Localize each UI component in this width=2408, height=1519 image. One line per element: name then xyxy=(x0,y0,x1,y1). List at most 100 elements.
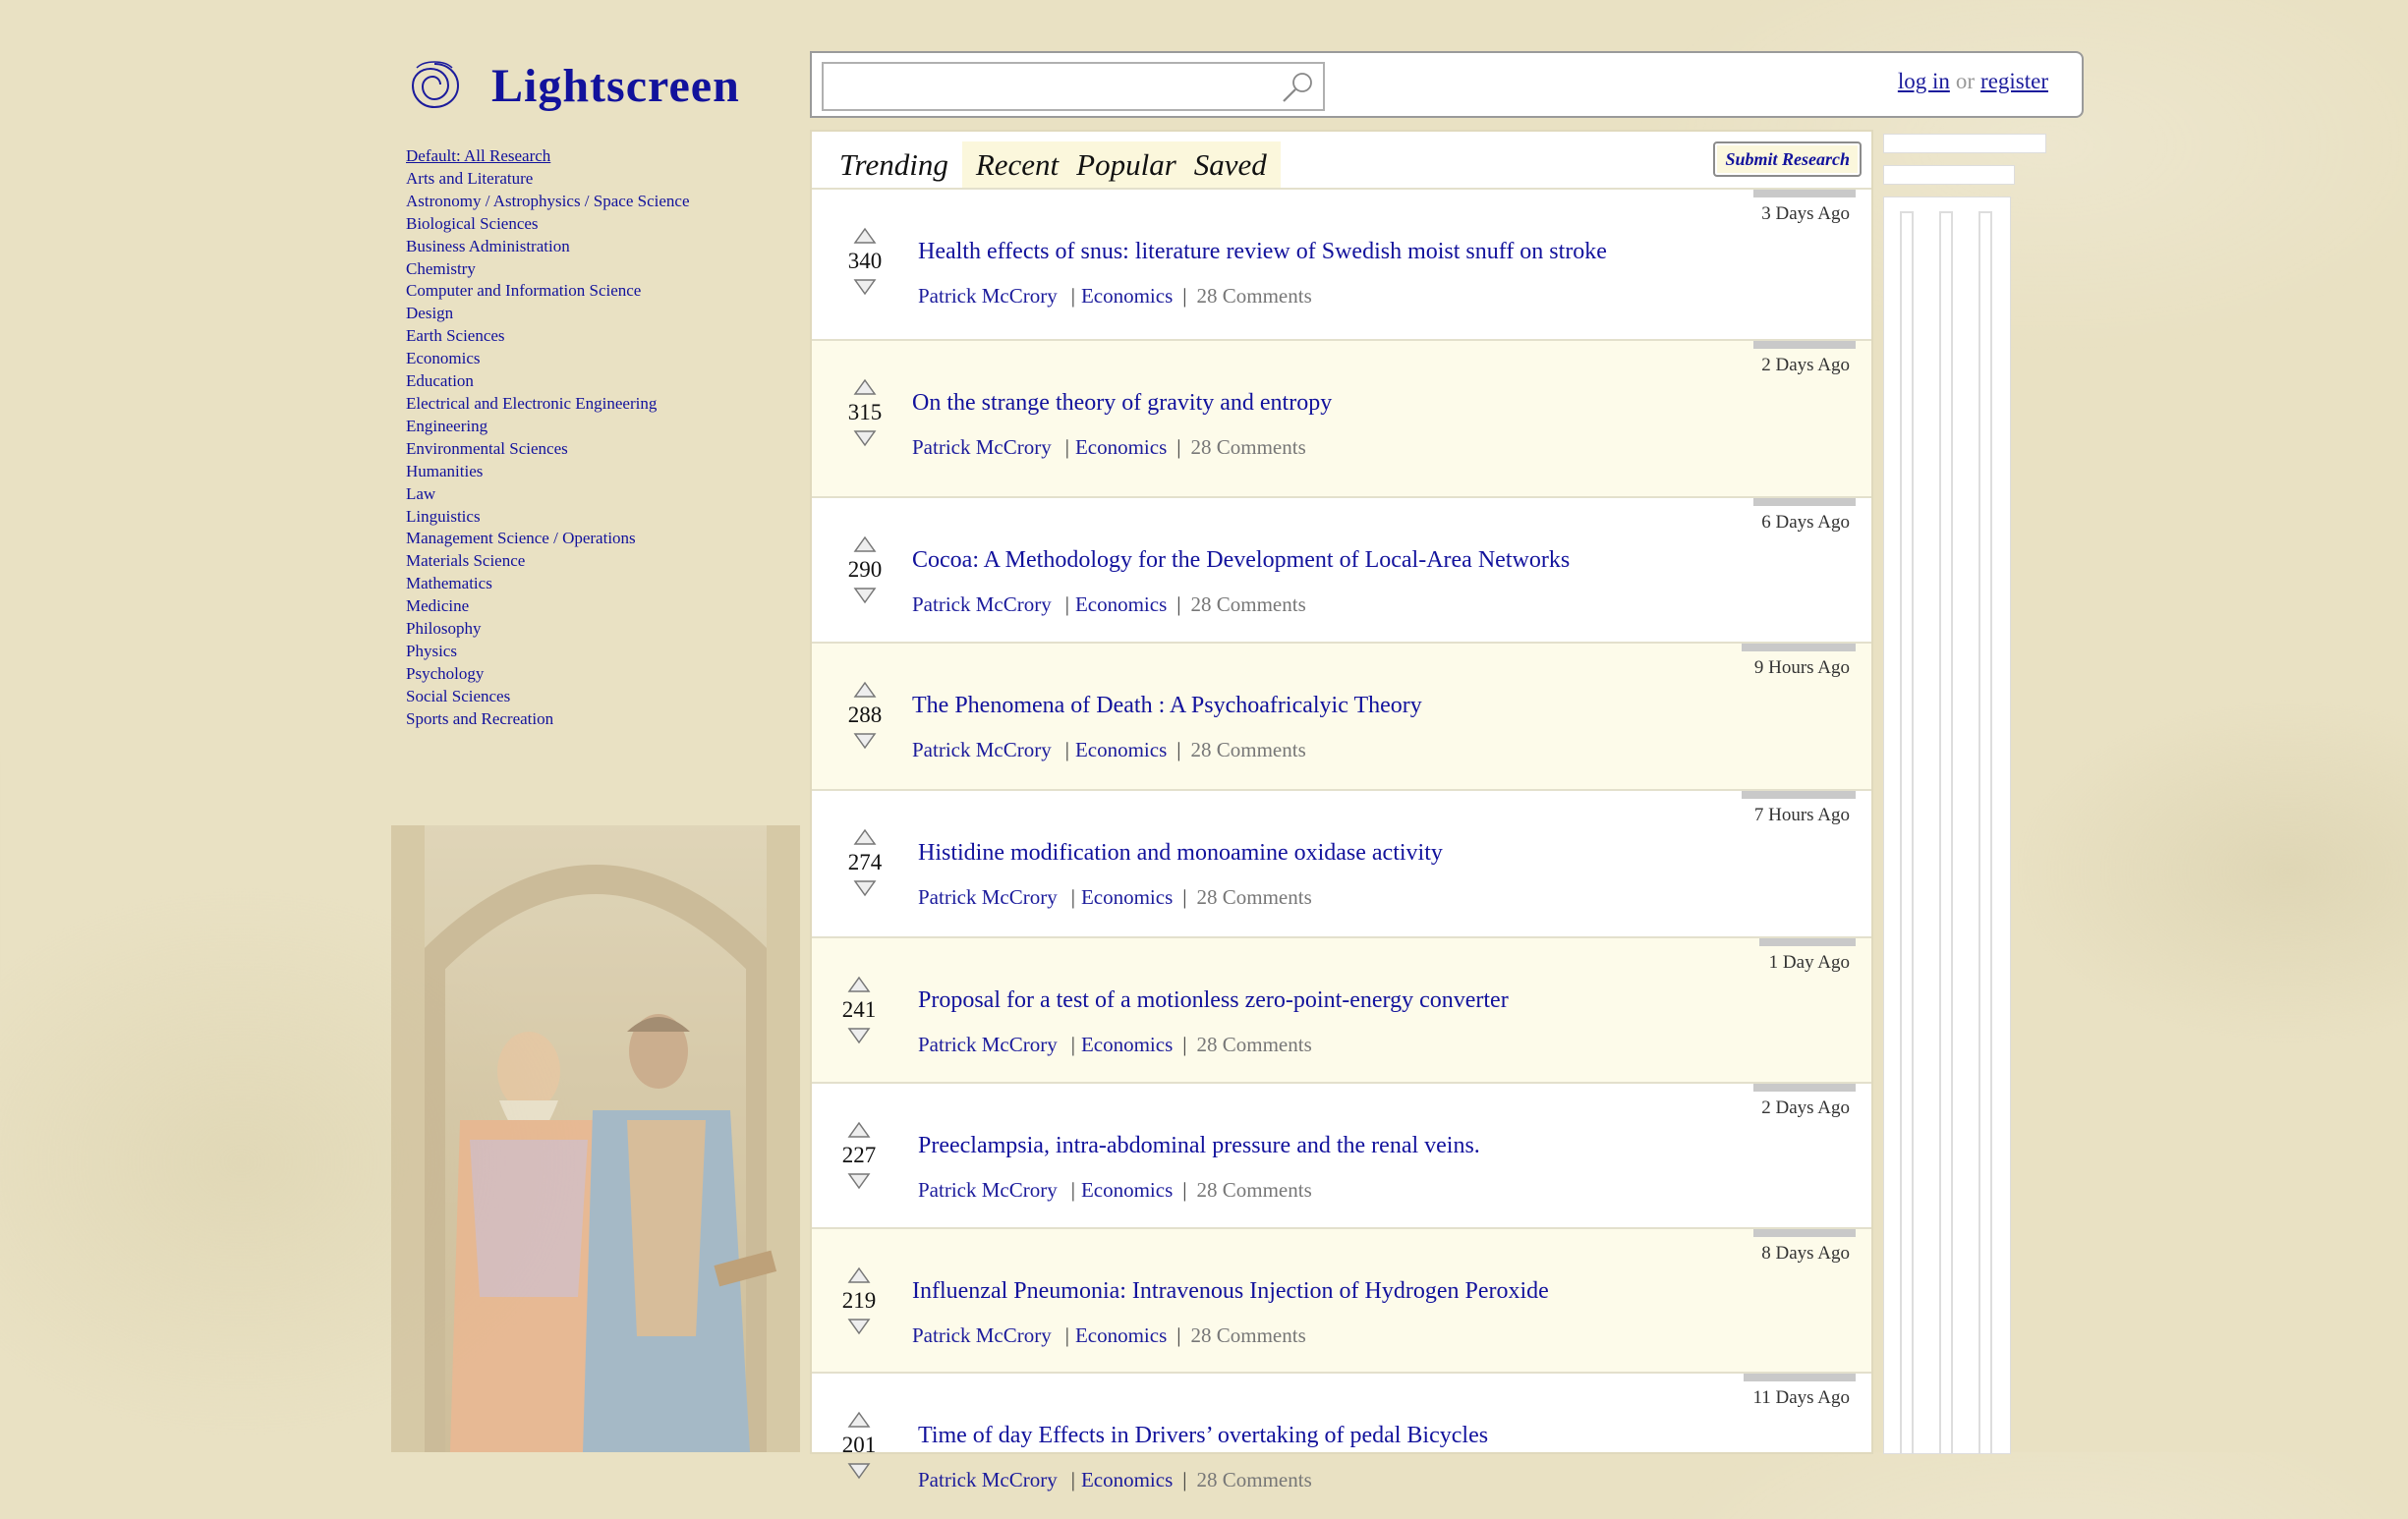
post-author-link[interactable]: Patrick McCrory xyxy=(918,885,1058,909)
post-author-link[interactable]: Patrick McCrory xyxy=(918,284,1058,308)
search-input[interactable] xyxy=(833,64,1270,109)
upvote-arrow-icon[interactable] xyxy=(853,828,877,846)
category-item[interactable]: Sports and Recreation xyxy=(406,708,799,731)
post-author-link[interactable]: Patrick McCrory xyxy=(912,592,1052,616)
downvote-arrow-icon[interactable] xyxy=(853,732,877,750)
post-comments-link[interactable]: 28 Comments xyxy=(1190,435,1305,459)
register-link[interactable]: register xyxy=(1980,69,2048,93)
vote-count: 340 xyxy=(847,249,883,273)
post-author-link[interactable]: Patrick McCrory xyxy=(912,1323,1052,1347)
post-comments-link[interactable]: 28 Comments xyxy=(1196,885,1311,909)
category-item[interactable]: Philosophy xyxy=(406,618,799,641)
brand-title[interactable]: Lightscreen xyxy=(491,59,740,113)
category-item[interactable]: Management Science / Operations xyxy=(406,528,799,550)
post-category-link[interactable]: Economics xyxy=(1081,1178,1173,1202)
post-row: 2 Days Ago 315 On the strange theory of gr… xyxy=(812,339,1871,496)
post-category-link[interactable]: Economics xyxy=(1075,435,1167,459)
category-item[interactable]: Environmental Sciences xyxy=(406,438,799,461)
post-comments-link[interactable]: 28 Comments xyxy=(1190,592,1305,616)
post-author-link[interactable]: Patrick McCrory xyxy=(918,1178,1058,1202)
category-item[interactable]: Earth Sciences xyxy=(406,325,799,348)
category-item[interactable]: Arts and Literature xyxy=(406,168,799,191)
login-link[interactable]: log in xyxy=(1898,69,1950,93)
brand[interactable]: Lightscreen xyxy=(405,51,740,120)
category-item[interactable]: Computer and Information Science xyxy=(406,280,799,303)
downvote-arrow-icon[interactable] xyxy=(853,429,877,447)
post-title-link[interactable]: On the strange theory of gravity and ent… xyxy=(912,390,1332,417)
search-box[interactable] xyxy=(822,62,1325,111)
category-default[interactable]: Default: All Research xyxy=(406,145,799,168)
downvote-arrow-icon[interactable] xyxy=(853,587,877,604)
upvote-arrow-icon[interactable] xyxy=(853,227,877,245)
post-category-link[interactable]: Economics xyxy=(1081,1468,1173,1491)
post-comments-link[interactable]: 28 Comments xyxy=(1190,1323,1305,1347)
upvote-arrow-icon[interactable] xyxy=(853,378,877,396)
category-item[interactable]: Electrical and Electronic Engineering xyxy=(406,393,799,416)
post-category-link[interactable]: Economics xyxy=(1081,885,1173,909)
post-title-link[interactable]: Cocoa: A Methodology for the Development… xyxy=(912,547,1570,574)
post-category-link[interactable]: Economics xyxy=(1081,284,1173,308)
tab-popular[interactable]: Popular xyxy=(1072,141,1180,189)
post-category-link[interactable]: Economics xyxy=(1081,1033,1173,1056)
post-comments-link[interactable]: 28 Comments xyxy=(1190,738,1305,761)
vote-control: 274 xyxy=(835,828,894,897)
post-title-link[interactable]: Proposal for a test of a motionless zero… xyxy=(918,987,1509,1014)
upvote-arrow-icon[interactable] xyxy=(847,976,871,993)
tab-saved[interactable]: Saved xyxy=(1180,141,1281,189)
post-comments-link[interactable]: 28 Comments xyxy=(1196,1178,1311,1202)
category-item[interactable]: Humanities xyxy=(406,461,799,483)
category-item[interactable]: Business Administration xyxy=(406,236,799,258)
downvote-arrow-icon[interactable] xyxy=(847,1462,871,1480)
post-category-link[interactable]: Economics xyxy=(1075,1323,1167,1347)
post-title-link[interactable]: Time of day Effects in Drivers’ overtaki… xyxy=(918,1423,1488,1449)
category-item[interactable]: Chemistry xyxy=(406,258,799,281)
category-item[interactable]: Medicine xyxy=(406,595,799,618)
tab-trending[interactable]: Trending xyxy=(826,141,962,189)
school-of-athens-artwork xyxy=(391,825,800,1452)
category-item[interactable]: Mathematics xyxy=(406,573,799,595)
downvote-arrow-icon[interactable] xyxy=(853,278,877,296)
tab-recent[interactable]: Recent xyxy=(962,141,1072,189)
category-item[interactable]: Linguistics xyxy=(406,506,799,529)
post-author-link[interactable]: Patrick McCrory xyxy=(918,1468,1058,1491)
post-comments-link[interactable]: 28 Comments xyxy=(1196,1033,1311,1056)
upvote-arrow-icon[interactable] xyxy=(853,681,877,699)
category-item[interactable]: Law xyxy=(406,483,799,506)
downvote-arrow-icon[interactable] xyxy=(853,879,877,897)
category-item[interactable]: Physics xyxy=(406,641,799,663)
downvote-arrow-icon[interactable] xyxy=(847,1027,871,1044)
post-title-link[interactable]: Preeclampsia, intra-abdominal pressure a… xyxy=(918,1133,1480,1159)
upvote-arrow-icon[interactable] xyxy=(847,1121,871,1139)
upvote-arrow-icon[interactable] xyxy=(847,1266,871,1284)
category-item[interactable]: Economics xyxy=(406,348,799,370)
post-category-link[interactable]: Economics xyxy=(1075,592,1167,616)
post-author-link[interactable]: Patrick McCrory xyxy=(912,738,1052,761)
post-comments-link[interactable]: 28 Comments xyxy=(1196,284,1311,308)
category-item[interactable]: Engineering xyxy=(406,416,799,438)
search-icon[interactable] xyxy=(1280,70,1315,105)
category-item[interactable]: Materials Science xyxy=(406,550,799,573)
post-title-link[interactable]: Health effects of snus: literature revie… xyxy=(918,239,1607,265)
sidebar-bar xyxy=(1883,165,2015,185)
category-item[interactable]: Psychology xyxy=(406,663,799,686)
post-title-link[interactable]: The Phenomena of Death : A Psychoafrical… xyxy=(912,693,1422,719)
category-item[interactable]: Astronomy / Astrophysics / Space Science xyxy=(406,191,799,213)
category-item[interactable]: Biological Sciences xyxy=(406,213,799,236)
post-title-link[interactable]: Influenzal Pneumonia: Intravenous Inject… xyxy=(912,1278,1549,1305)
post-author-link[interactable]: Patrick McCrory xyxy=(912,435,1052,459)
post-category-link[interactable]: Economics xyxy=(1075,738,1167,761)
upvote-arrow-icon[interactable] xyxy=(853,535,877,553)
downvote-arrow-icon[interactable] xyxy=(847,1172,871,1190)
auth-links: log in or register xyxy=(1898,69,2048,94)
submit-research-button[interactable]: Submit Research xyxy=(1713,141,1862,177)
post-title-link[interactable]: Histidine modification and monoamine oxi… xyxy=(918,840,1443,867)
category-item[interactable]: Design xyxy=(406,303,799,325)
category-item[interactable]: Education xyxy=(406,370,799,393)
post-row: 2 Days Ago 227 Preeclampsia, intra-abdomin… xyxy=(812,1082,1871,1227)
score-bar xyxy=(1753,1084,1856,1092)
post-author-link[interactable]: Patrick McCrory xyxy=(918,1033,1058,1056)
upvote-arrow-icon[interactable] xyxy=(847,1411,871,1429)
downvote-arrow-icon[interactable] xyxy=(847,1318,871,1335)
post-comments-link[interactable]: 28 Comments xyxy=(1196,1468,1311,1491)
category-item[interactable]: Social Sciences xyxy=(406,686,799,708)
